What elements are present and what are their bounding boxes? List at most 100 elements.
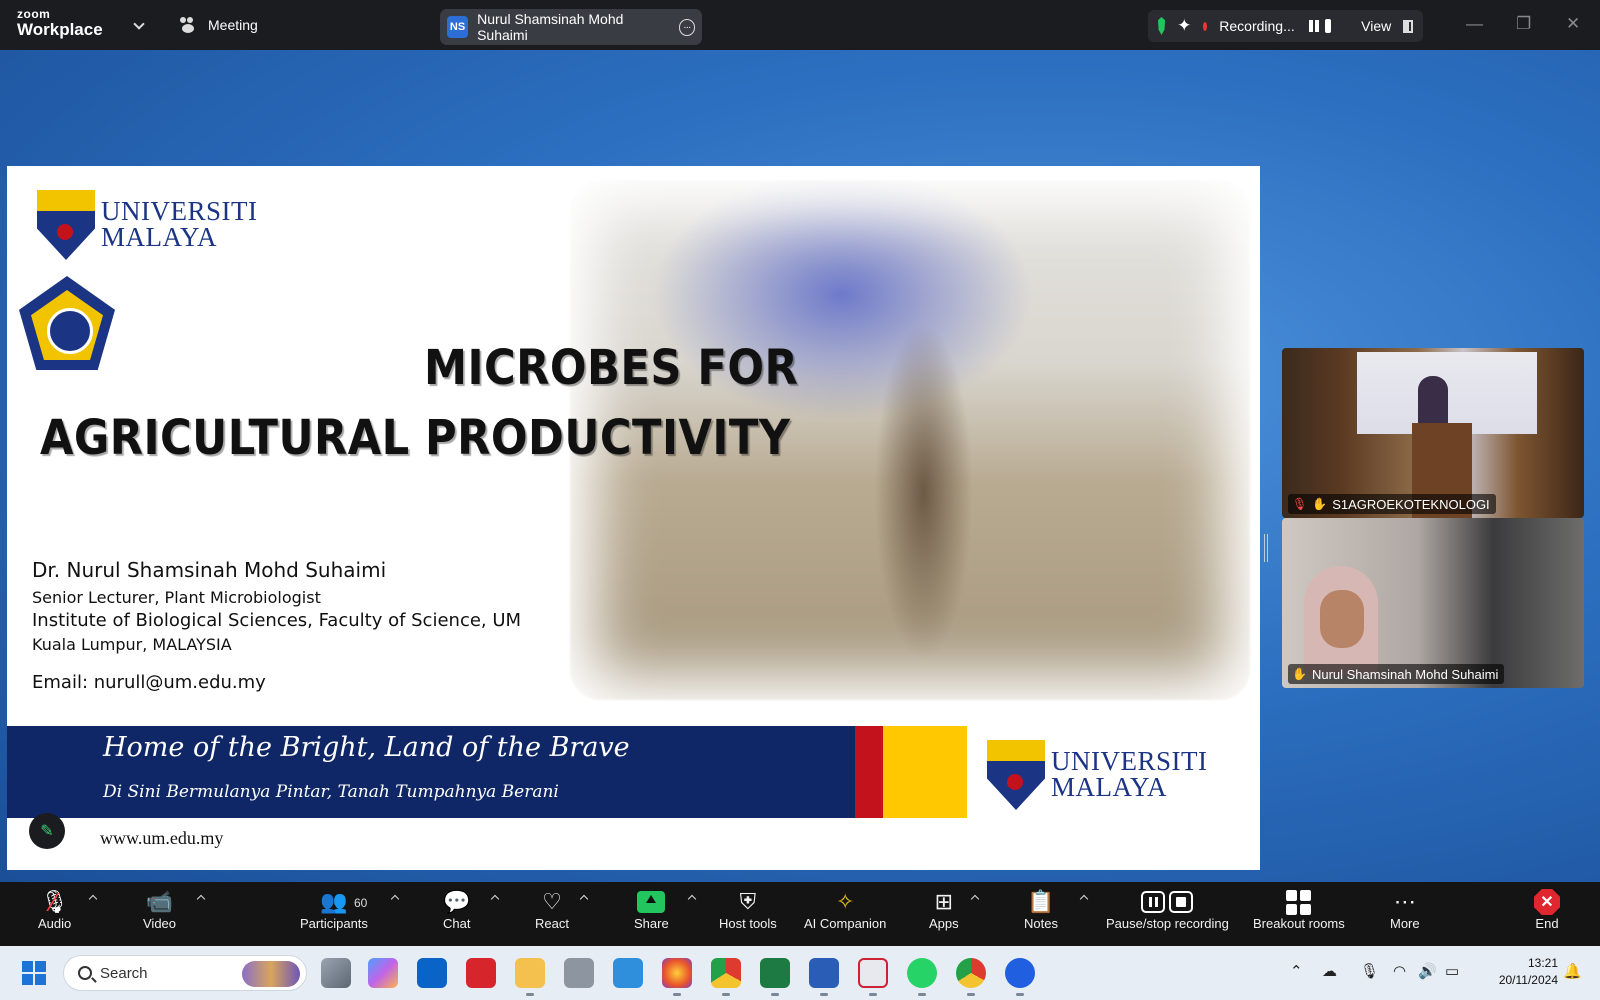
pdf-reader-icon[interactable] xyxy=(466,958,496,988)
chat-options-caret[interactable] xyxy=(490,894,500,904)
meeting-stage: UNIVERSITI MALAYA MICROBES FOR AGRICULTU… xyxy=(0,50,1600,882)
notification-bell-icon[interactable]: 🔔 xyxy=(1563,962,1582,980)
mic-muted-icon: 🎙 xyxy=(1292,497,1308,511)
notes-icon: 📋 xyxy=(1027,889,1055,914)
notepad-icon[interactable] xyxy=(613,958,643,988)
file-explorer-icon[interactable] xyxy=(515,958,545,988)
um-crest-icon xyxy=(987,740,1045,810)
brand-top: zoom xyxy=(17,7,51,21)
shared-screen-slide: UNIVERSITI MALAYA MICROBES FOR AGRICULTU… xyxy=(7,166,1260,870)
um-crest-icon xyxy=(37,190,95,260)
excel-icon[interactable] xyxy=(760,958,790,988)
chrome-profile-icon[interactable] xyxy=(956,958,986,988)
um-logo-top: UNIVERSITI MALAYA xyxy=(37,190,257,260)
view-layout-icon[interactable] xyxy=(1403,19,1413,33)
notes-button[interactable]: 📋 Notes xyxy=(1024,888,1058,931)
zoom-workplace-logo[interactable]: zoom Workplace xyxy=(17,8,103,38)
word-icon[interactable] xyxy=(809,958,839,988)
video-button[interactable]: 📹 Video xyxy=(143,888,176,931)
um-logo-bottom: UNIVERSITI MALAYA xyxy=(987,740,1207,810)
raised-hand-icon: ✋ xyxy=(1292,667,1307,681)
audio-button[interactable]: 🎙 ⁄ Audio xyxy=(38,887,71,932)
breakout-rooms-button[interactable]: Breakout rooms xyxy=(1253,888,1345,931)
share-button[interactable]: Share xyxy=(634,888,669,931)
participants-options-caret[interactable] xyxy=(390,894,400,904)
clock-time: 13:21 xyxy=(1527,956,1558,970)
video-off-icon: 📹 xyxy=(145,889,174,914)
meeting-menu[interactable]: Meeting xyxy=(180,17,258,33)
outlook-icon[interactable] xyxy=(417,958,447,988)
taskbar-clock[interactable]: 13:21 20/11/2024 xyxy=(1478,955,1558,989)
more-dots-icon: ⋯ xyxy=(1393,889,1416,914)
recording-dot-icon xyxy=(1203,21,1208,31)
stop-recording-icon[interactable] xyxy=(1324,19,1332,33)
motto-english: Home of the Bright, Land of the Brave xyxy=(103,732,630,763)
participants-count: 60 xyxy=(354,896,368,910)
onedrive-cloud-icon[interactable]: ☁ xyxy=(1322,962,1337,980)
battery-icon[interactable]: ▭ xyxy=(1445,962,1459,980)
presenter-institute: Institute of Biological Sciences, Facult… xyxy=(32,610,522,631)
presenter-location: Kuala Lumpur, MALAYSIA xyxy=(32,635,232,654)
presenter-info: Dr. Nurul Shamsinah Mohd Suhaimi Senior … xyxy=(32,558,521,693)
end-meeting-icon: ✕ xyxy=(1534,889,1560,915)
windows-start-icon[interactable] xyxy=(22,961,46,985)
more-options-icon[interactable]: ··· xyxy=(678,18,695,36)
video-tile[interactable]: 🎙 ✋ S1AGROEKOTEKNOLOGI xyxy=(1282,348,1584,518)
brand-bottom: Workplace xyxy=(17,20,103,39)
presenter-name: Dr. Nurul Shamsinah Mohd Suhaimi xyxy=(32,558,387,582)
copilot-icon[interactable] xyxy=(368,958,398,988)
share-screen-icon xyxy=(637,891,666,913)
minimize-icon[interactable]: — xyxy=(1466,14,1483,34)
chrome-icon[interactable] xyxy=(711,958,741,988)
react-options-caret[interactable] xyxy=(579,894,589,904)
apps-options-caret[interactable] xyxy=(970,894,980,904)
close-icon[interactable]: ✕ xyxy=(1566,14,1580,34)
annotate-pen-icon[interactable]: ✎ xyxy=(29,813,65,849)
taskbar-search[interactable]: Search xyxy=(63,955,307,991)
title-bar: zoom Workplace Meeting NS Nurul Shamsina… xyxy=(0,0,1600,50)
ai-companion-button[interactable]: ✧ AI Companion xyxy=(804,888,886,931)
audio-options-caret[interactable] xyxy=(88,894,98,904)
chevron-up-icon[interactable]: ⌃ xyxy=(1290,962,1303,980)
clock-date: 20/11/2024 xyxy=(1498,973,1558,987)
ai-sparkle-icon[interactable]: ✦ xyxy=(1177,16,1191,36)
speaker-avatar: NS xyxy=(447,16,469,38)
panel-splitter-handle[interactable] xyxy=(1264,534,1268,562)
microphone-icon[interactable]: 🎙 xyxy=(1360,962,1379,980)
chevron-down-icon[interactable] xyxy=(133,18,145,30)
apps-button[interactable]: ⊞ Apps xyxy=(929,888,959,931)
active-speaker-pill[interactable]: NS Nurul Shamsinah Mohd Suhaimi ··· xyxy=(440,9,702,45)
pause-stop-recording-button[interactable]: Pause/stop recording xyxy=(1106,888,1229,931)
search-highlight-image xyxy=(242,961,300,987)
wifi-icon[interactable]: ◠ xyxy=(1393,962,1406,980)
zoom-app-icon[interactable] xyxy=(1005,958,1035,988)
raised-hand-icon: ✋ xyxy=(1312,497,1328,511)
share-options-caret[interactable] xyxy=(687,894,697,904)
volume-icon[interactable]: 🔊 xyxy=(1418,962,1437,980)
participant-label: 🎙 ✋ S1AGROEKOTEKNOLOGI xyxy=(1288,494,1496,514)
view-label[interactable]: View xyxy=(1361,18,1391,34)
breakout-grid-icon xyxy=(1286,889,1312,915)
snipping-tool-icon[interactable] xyxy=(858,958,888,988)
presenter-email: Email: nurull@um.edu.my xyxy=(32,672,266,693)
meeting-status-bar: ✦ Recording... View xyxy=(1148,10,1423,42)
restore-icon[interactable]: ❐ xyxy=(1516,14,1531,34)
task-view-icon[interactable] xyxy=(321,958,351,988)
notes-options-caret[interactable] xyxy=(1079,894,1089,904)
security-shield-icon[interactable] xyxy=(1158,17,1166,35)
meeting-toolbar: 🎙 ⁄ Audio 📹 Video 👥 Participants 60 💬 Cha… xyxy=(0,882,1600,946)
um-logo-text: UNIVERSITI MALAYA xyxy=(1051,746,1208,802)
printer-icon[interactable] xyxy=(564,958,594,988)
chat-icon: 💬 xyxy=(443,889,471,914)
host-tools-button[interactable]: ⛨ Host tools xyxy=(719,888,777,931)
whatsapp-icon[interactable] xyxy=(907,958,937,988)
pause-recording-icon[interactable] xyxy=(1307,19,1320,33)
more-button[interactable]: ⋯ More xyxy=(1390,888,1420,931)
end-button[interactable]: ✕ End xyxy=(1534,888,1560,931)
firefox-icon[interactable] xyxy=(662,958,692,988)
react-button[interactable]: ♡ React xyxy=(535,888,569,931)
search-placeholder: Search xyxy=(100,964,148,982)
video-tile[interactable]: ✋ Nurul Shamsinah Mohd Suhaimi xyxy=(1282,518,1584,688)
chat-button[interactable]: 💬 Chat xyxy=(443,888,470,931)
video-options-caret[interactable] xyxy=(196,894,206,904)
